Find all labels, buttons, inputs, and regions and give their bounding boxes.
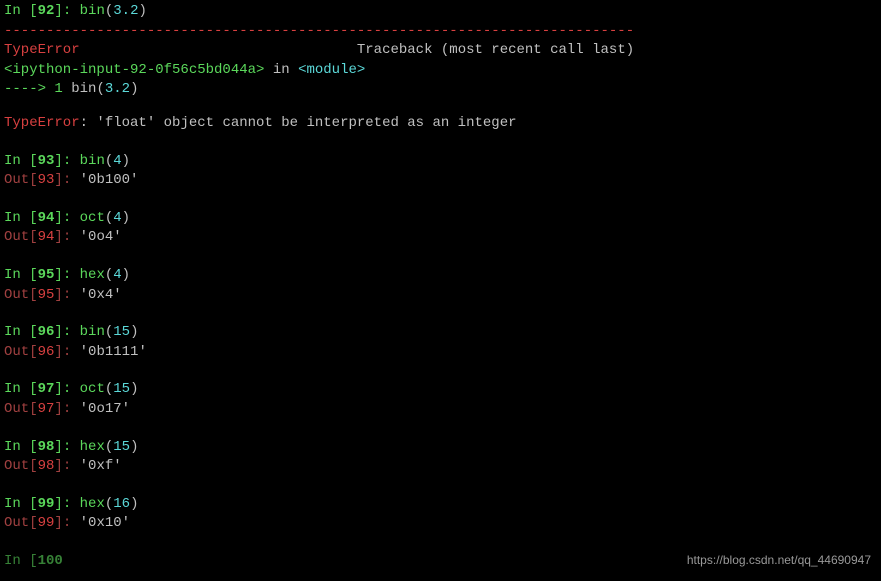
output-line: Out[98]: '0xf' xyxy=(4,457,877,477)
input-line: In [96]: bin(15) xyxy=(4,323,877,343)
cell-94: In [94]: oct(4) Out[94]: '0o4' xyxy=(4,209,877,248)
cell-97: In [97]: oct(15) Out[97]: '0o17' xyxy=(4,380,877,419)
cell-99: In [99]: hex(16) Out[99]: '0x10' xyxy=(4,495,877,534)
input-line: In [93]: bin(4) xyxy=(4,152,877,172)
error-message: TypeError: 'float' object cannot be inte… xyxy=(4,114,877,134)
output-line: Out[95]: '0x4' xyxy=(4,286,877,306)
cell-93: In [93]: bin(4) Out[93]: '0b100' xyxy=(4,152,877,191)
watermark: https://blog.csdn.net/qq_44690947 xyxy=(687,552,871,569)
output-line: Out[97]: '0o17' xyxy=(4,400,877,420)
cell-95: In [95]: hex(4) Out[95]: '0x4' xyxy=(4,266,877,305)
input-line: In [99]: hex(16) xyxy=(4,495,877,515)
cell-98: In [98]: hex(15) Out[98]: '0xf' xyxy=(4,438,877,477)
input-line: In [97]: oct(15) xyxy=(4,380,877,400)
error-separator: ----------------------------------------… xyxy=(4,22,877,42)
output-line: Out[93]: '0b100' xyxy=(4,171,877,191)
output-line: Out[96]: '0b1111' xyxy=(4,343,877,363)
error-header: TypeError Traceback (most recent call la… xyxy=(4,41,877,61)
input-line-92: In [92]: bin(3.2) xyxy=(4,2,877,22)
input-line: In [95]: hex(4) xyxy=(4,266,877,286)
error-arrow-line: ----> 1 bin(3.2) xyxy=(4,80,877,100)
input-line: In [98]: hex(15) xyxy=(4,438,877,458)
input-line: In [94]: oct(4) xyxy=(4,209,877,229)
output-line: Out[99]: '0x10' xyxy=(4,514,877,534)
cell-96: In [96]: bin(15) Out[96]: '0b1111' xyxy=(4,323,877,362)
output-line: Out[94]: '0o4' xyxy=(4,228,877,248)
error-source: <ipython-input-92-0f56c5bd044a> in <modu… xyxy=(4,61,877,81)
terminal-output: In [92]: bin(3.2) ----------------------… xyxy=(4,0,877,571)
